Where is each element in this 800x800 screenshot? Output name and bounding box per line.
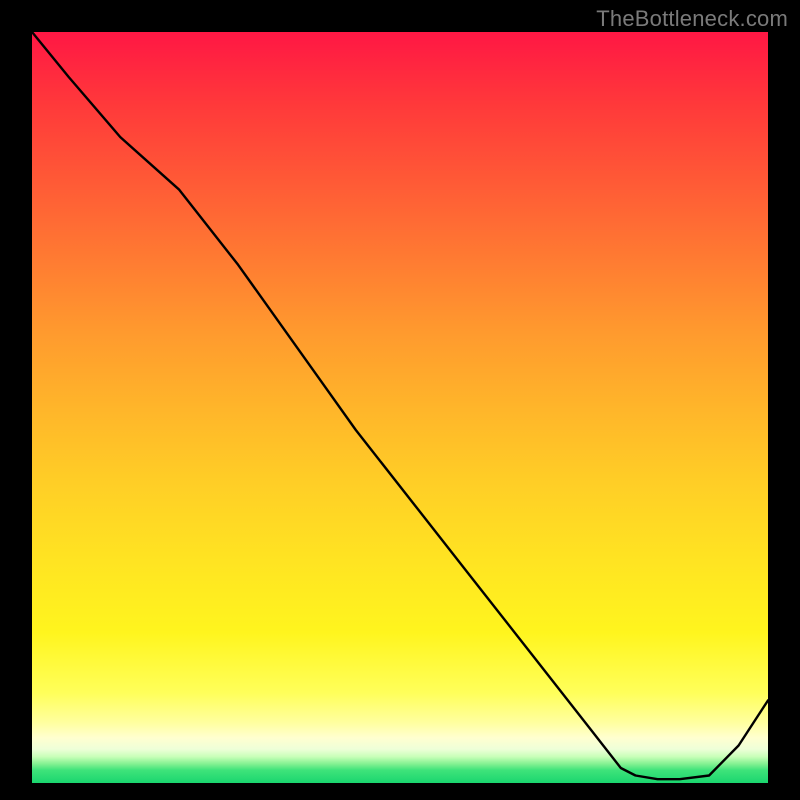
bottleneck-curve — [32, 32, 768, 783]
chart-stage: TheBottleneck.com — [0, 0, 800, 800]
plot-area — [32, 32, 768, 783]
watermark-text: TheBottleneck.com — [596, 6, 788, 32]
